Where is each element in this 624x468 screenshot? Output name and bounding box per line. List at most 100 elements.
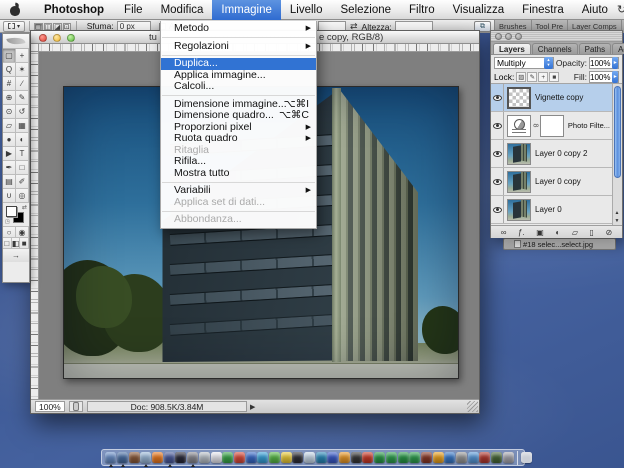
new-layer-icon[interactable]: ▯ [590,228,594,237]
dock-icon[interactable] [222,452,233,463]
dock-icon[interactable] [421,452,432,463]
dock-icon[interactable] [362,452,373,463]
eye-icon[interactable] [493,123,502,129]
link-layers-icon[interactable]: ∞ [501,228,507,237]
status-menu-arrow[interactable]: ▶ [250,403,255,411]
palette-zoom-button[interactable] [515,33,522,40]
lasso-tool[interactable]: Q [3,63,16,77]
apple-menu-icon[interactable] [10,4,21,16]
dock-icon[interactable] [386,452,397,463]
dock-icon[interactable] [351,452,362,463]
scroll-up-icon[interactable]: ▲ [613,209,621,217]
layer-group-icon[interactable]: ▱ [572,228,578,237]
dock-icon[interactable] [281,452,292,463]
visibility-cell[interactable] [491,168,504,195]
mask-mode-button[interactable]: ○ [3,227,16,238]
dock-icon[interactable] [140,452,151,463]
minimized-document-tab[interactable]: #18 selec...select.jpg [503,238,616,250]
window-resize-grip[interactable] [467,401,478,412]
dock-icon[interactable] [304,452,315,463]
tool-preset-picker[interactable]: ▾ [3,21,25,32]
layer-row[interactable]: 8Photo Filte... [491,112,614,140]
magic-wand-tool[interactable]: ✶ [16,63,29,77]
dock-icon[interactable] [269,452,280,463]
delete-layer-icon[interactable]: ⊘ [606,228,613,237]
dock-icon[interactable] [199,452,210,463]
dock-icon[interactable] [152,452,163,463]
adjustment-layer-icon[interactable]: ◐ [555,228,560,237]
visibility-cell[interactable] [491,196,504,223]
dock-icon[interactable] [257,452,268,463]
dock-icon[interactable] [409,452,420,463]
dock-icon[interactable] [479,452,490,463]
menu-livello[interactable]: Livello [281,0,332,20]
dock-icon[interactable] [292,452,303,463]
path-selection-tool[interactable]: ▶ [3,147,16,161]
menu-modifica[interactable]: Modifica [152,0,213,20]
lock-toggle-icon[interactable]: ■ [549,72,559,82]
menu-immagine[interactable]: Immagine [212,0,281,20]
tab-actions[interactable]: Actions [612,43,624,54]
jump-to-imageready-button[interactable]: → [3,249,29,262]
shape-tool[interactable]: □ [16,161,29,175]
dodge-tool[interactable]: ◐ [16,133,29,147]
visibility-cell[interactable] [491,140,504,167]
menu-aiuto[interactable]: Aiuto [573,0,617,20]
tab-paths[interactable]: Paths [579,43,611,54]
dock-icon[interactable] [433,452,444,463]
layer-style-icon[interactable]: ƒ. [518,228,525,237]
screen-mode-button[interactable]: ■ [20,238,29,249]
layer-row[interactable]: Layer 0 copy [491,168,614,196]
dock-icon[interactable] [105,452,116,463]
lock-toggle-icon[interactable]: ✎ [527,72,537,82]
blur-tool[interactable]: ● [3,133,16,147]
type-tool[interactable]: T [16,147,29,161]
dock-icon[interactable] [491,452,502,463]
lock-toggle-icon[interactable]: ▨ [516,72,526,82]
hand-tool[interactable]: ∪ [3,189,16,203]
eye-icon[interactable] [493,179,502,185]
foreground-color-swatch[interactable] [6,206,17,217]
dock-icon[interactable] [211,452,222,463]
brush-tool[interactable]: ✎ [16,91,29,105]
dock-icon[interactable] [444,452,455,463]
default-colors-icon[interactable]: ◳ [5,219,10,225]
menu-selezione[interactable]: Selezione [332,0,401,20]
dock-icon[interactable] [398,452,409,463]
dock-icon[interactable] [246,452,257,463]
crop-tool[interactable]: # [3,77,16,91]
menu-filtro[interactable]: Filtro [400,0,444,20]
menu-visualizza[interactable]: Visualizza [444,0,514,20]
tab-layers[interactable]: Layers [493,43,531,54]
mask-mode-button[interactable]: ◉ [16,227,29,238]
sync-icon[interactable]: ↻ [617,3,624,16]
close-button[interactable] [39,34,47,42]
blend-mode-select[interactable]: Multiply ▲▼ [494,57,554,69]
dock-icon[interactable] [117,452,128,463]
eye-icon[interactable] [493,207,502,213]
dock-icon[interactable] [129,452,140,463]
layer-mask-icon[interactable]: ▣ [536,228,544,237]
dock-icon[interactable] [456,452,467,463]
dock-icon[interactable] [234,452,245,463]
history-brush-tool[interactable]: ↺ [16,105,29,119]
eye-icon[interactable] [493,151,502,157]
dock-icon[interactable] [316,452,327,463]
palette-minimize-button[interactable] [505,33,512,40]
dock-icon[interactable] [187,452,198,463]
swap-colors-icon[interactable]: ⇄ [22,204,27,211]
gradient-tool[interactable]: ▦ [16,119,29,133]
rectangular-marquee-tool[interactable]: ▢ [3,49,16,63]
dock-icon[interactable] [374,452,385,463]
menu-photoshop[interactable]: Photoshop [35,0,115,20]
menu-item-metodo[interactable]: Metodo▶ [161,23,316,35]
fill-field[interactable]: 100% ▸ [589,71,619,83]
menu-item-calcoli[interactable]: Calcoli... [161,81,316,93]
dock-icon[interactable] [327,452,338,463]
dock-icon[interactable] [175,452,186,463]
dock-icon[interactable] [503,452,514,463]
opacity-field[interactable]: 100% ▸ [589,57,619,69]
tab-channels[interactable]: Channels [532,43,578,54]
menu-item-regolazioni[interactable]: Regolazioni▶ [161,41,316,53]
palette-scrollbar[interactable]: ▲ ▼ [612,84,622,225]
